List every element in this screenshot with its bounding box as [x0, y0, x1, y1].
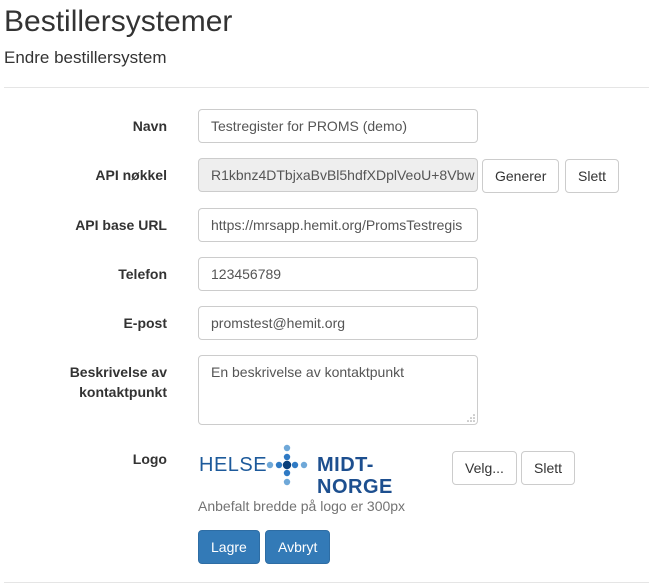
- epost-label: E-post: [123, 315, 167, 331]
- beskrivelse-label-line1: Beskrivelse av: [69, 364, 167, 380]
- delete-api-key-button[interactable]: Slett: [565, 159, 620, 193]
- telefon-input[interactable]: 123456789: [198, 257, 478, 291]
- api-key-input[interactable]: R1kbnz4DTbjxaBvBl5hdfXDplVeoU+8Vbw: [198, 158, 478, 192]
- beskrivelse-label-line2: kontaktpunkt: [79, 384, 167, 400]
- generate-api-key-button[interactable]: Generer: [482, 159, 560, 193]
- api-base-url-input[interactable]: https://mrsapp.hemit.org/PromsTestregis: [198, 208, 478, 242]
- resize-grip-icon[interactable]: [467, 414, 475, 422]
- logo-cross-icon: [266, 444, 308, 486]
- cancel-button[interactable]: Avbryt: [265, 530, 331, 564]
- epost-input[interactable]: promstest@hemit.org: [198, 306, 478, 340]
- choose-logo-button[interactable]: Velg...: [452, 451, 517, 485]
- telefon-label: Telefon: [118, 266, 167, 282]
- api-key-label: API nøkkel: [95, 167, 167, 183]
- page-subtitle: Endre bestillersystem: [4, 48, 167, 67]
- api-base-url-label: API base URL: [75, 217, 167, 233]
- page-title: Bestillersystemer: [4, 5, 233, 38]
- beskrivelse-value: En beskrivelse av kontaktpunkt: [211, 364, 404, 380]
- helse-midt-norge-logo: HELSE MIDT-NORGE: [199, 444, 443, 498]
- logo-label: Logo: [132, 451, 167, 467]
- footer-divider: [4, 582, 649, 583]
- delete-logo-button[interactable]: Slett: [521, 451, 576, 485]
- navn-label: Navn: [132, 118, 167, 134]
- logo-help-text: Anbefalt bredde på logo er 300px: [198, 498, 406, 514]
- beskrivelse-textarea[interactable]: En beskrivelse av kontaktpunkt: [198, 355, 478, 425]
- logo-text-right: MIDT-NORGE: [317, 454, 393, 498]
- logo-text-left: HELSE: [199, 454, 268, 476]
- header-divider: [4, 87, 649, 88]
- save-button[interactable]: Lagre: [198, 530, 260, 564]
- navn-input[interactable]: Testregister for PROMS (demo): [198, 109, 478, 143]
